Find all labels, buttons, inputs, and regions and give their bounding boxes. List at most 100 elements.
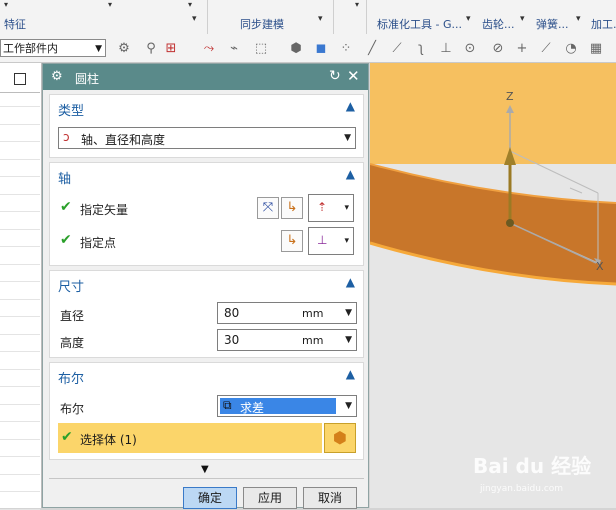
line-endpoint-icon[interactable]: ⟋: [389, 41, 405, 57]
ribbon-top-arrow[interactable]: ▾: [355, 0, 359, 9]
chevron-down-icon[interactable]: ▼: [345, 401, 352, 411]
chevron-down-icon[interactable]: ▼: [345, 335, 352, 345]
circle-center-icon[interactable]: ⊙: [462, 41, 478, 57]
tangent-icon[interactable]: ⟋: [538, 41, 554, 57]
boolean-label: 布尔: [60, 402, 85, 416]
boolean-select-value: 求差: [240, 401, 265, 415]
boolean-section: 布尔 ▲ 布尔 ⧉ 求差 ▼ ✔ 选择体 (1) ⬢: [49, 362, 364, 460]
vector-dialog-button[interactable]: ↳: [281, 197, 303, 219]
ribbon-top-arrow[interactable]: ▾: [188, 0, 192, 9]
reverse-direction-button[interactable]: ⤧: [257, 197, 279, 219]
checkmark-icon: ✔: [60, 199, 72, 215]
chevron-down-icon[interactable]: ▾: [344, 203, 349, 213]
type-section-title: 类型: [58, 104, 85, 119]
boolean-select[interactable]: ⧉ 求差 ▼: [217, 395, 357, 417]
ribbon-group-spring-dropdown[interactable]: ▾: [576, 14, 581, 24]
height-unit: mm: [302, 334, 324, 347]
ribbon-group-machining[interactable]: 加工...: [591, 16, 616, 32]
navigator-row-divider: [0, 141, 40, 142]
chevron-down-icon[interactable]: ▾: [344, 236, 349, 246]
chevron-down-icon[interactable]: ▼: [345, 308, 352, 318]
dialog-title: 圆柱: [75, 72, 100, 86]
collapse-icon[interactable]: ▲: [346, 275, 355, 289]
diameter-input[interactable]: 80 mm ▼: [217, 302, 357, 324]
grid-icon[interactable]: ▦: [588, 41, 604, 57]
height-input[interactable]: 30 mm ▼: [217, 329, 357, 351]
chevron-down-icon[interactable]: ▼: [95, 40, 102, 58]
graphics-viewport[interactable]: Z X Bai du 经验 jingyan.baidu.com: [370, 63, 616, 508]
chevron-down-icon[interactable]: ▼: [344, 133, 351, 143]
ribbon-group-gear[interactable]: 齿轮...: [482, 16, 515, 32]
selection-scope-select[interactable]: 工作部件内 ▼: [0, 39, 106, 57]
snap-settings-icon[interactable]: ⚙: [116, 41, 132, 57]
point-dialog-button[interactable]: ↳: [281, 230, 303, 252]
diameter-label: 直径: [60, 309, 85, 323]
axis-section-header[interactable]: 轴 ▲: [50, 163, 363, 187]
cancel-button[interactable]: 取消: [303, 487, 357, 509]
ribbon-group-standard-tools[interactable]: 标准化工具 - G...: [377, 16, 462, 32]
curve-rule-icon[interactable]: ⤳: [201, 41, 217, 57]
type-select[interactable]: ↄ 轴、直径和高度 ▼: [58, 127, 356, 149]
select-body-button[interactable]: ⬢: [324, 423, 356, 453]
select-body-row[interactable]: ✔ 选择体 (1): [58, 423, 322, 453]
selection-scope-value: 工作部件内: [3, 42, 58, 55]
boolean-section-header[interactable]: 布尔 ▲: [50, 363, 363, 387]
select-body-label: 选择体 (1): [80, 433, 137, 447]
midpoint-icon[interactable]: ⊘: [490, 41, 506, 57]
ribbon-group-features[interactable]: 特征: [4, 16, 26, 32]
navigator-row-divider: [0, 211, 40, 212]
face-icon[interactable]: ◔: [563, 41, 579, 57]
axis-section: 轴 ▲ ✔ 指定矢量 ⤧ ↳ ⇡ ▾ ✔ 指定点 ↳ ⊥ ▾: [49, 162, 364, 266]
body-select-icon[interactable]: ⬢: [288, 41, 304, 57]
collapse-icon[interactable]: ▲: [346, 367, 355, 381]
type-section-header[interactable]: 类型 ▲: [50, 95, 363, 119]
navigator-row-divider: [0, 281, 40, 282]
filter-icon[interactable]: ⚲: [143, 41, 159, 57]
apply-button[interactable]: 应用: [243, 487, 297, 509]
reset-icon[interactable]: ↻: [329, 68, 341, 84]
point-type-select[interactable]: ⊥ ▾: [308, 227, 354, 255]
ribbon-top-arrow[interactable]: ▾: [108, 0, 112, 9]
navigator-row-divider: [0, 403, 40, 405]
navigator-row-divider: [0, 106, 40, 107]
line-icon[interactable]: ╱: [364, 41, 380, 57]
dimensions-section: 尺寸 ▲ 直径 80 mm ▼ 高度 30 mm ▼: [49, 270, 364, 358]
watermark-url: jingyan.baidu.com: [479, 484, 563, 494]
cylinder-dialog: ⚙ 圆柱 ↻ ✕ 类型 ▲ ↄ 轴、直径和高度 ▼ 轴 ▲ ✔ 指定矢量 ⤧ ↳…: [42, 63, 369, 509]
origin-point: [506, 219, 514, 227]
ribbon-group-sync-modeling[interactable]: 同步建模: [240, 16, 284, 32]
vector-type-select[interactable]: ⇡ ▾: [308, 194, 354, 222]
navigator-row-divider: [0, 246, 40, 247]
dialog-titlebar[interactable]: ⚙ 圆柱 ↻ ✕: [43, 64, 368, 90]
z-axis-label: Z: [506, 90, 514, 103]
gear-icon[interactable]: ⚙: [51, 69, 63, 84]
ribbon-group-gear-dropdown[interactable]: ▾: [520, 14, 525, 24]
navigator-row-divider: [0, 473, 40, 475]
navigator-row-divider: [0, 438, 40, 440]
close-icon[interactable]: ✕: [347, 67, 360, 85]
expand-more-icon[interactable]: ▼: [201, 464, 209, 475]
collapse-icon[interactable]: ▲: [346, 167, 355, 181]
point-snap-icon[interactable]: ⊞: [163, 41, 179, 57]
navigator-row-divider: [0, 298, 40, 300]
ribbon-group-standard-dropdown[interactable]: ▾: [466, 14, 471, 24]
ok-button[interactable]: 确定: [183, 487, 237, 509]
collapse-icon[interactable]: ▲: [346, 99, 355, 113]
crosshair-icon[interactable]: +: [514, 41, 530, 57]
ribbon-group-sync-dropdown[interactable]: ▾: [318, 14, 323, 24]
perpendicular-icon[interactable]: ⊥: [438, 41, 454, 57]
scatter-points-icon[interactable]: ⁘: [338, 41, 354, 57]
ribbon-group-spring[interactable]: 弹簧...: [536, 16, 569, 32]
navigator-row-divider: [0, 123, 40, 125]
spline-icon[interactable]: ʅ: [413, 41, 429, 57]
ribbon-separator: [207, 0, 208, 34]
ribbon: ▾ ▾ ▾ ▾ 特征 ▾ 同步建模 ▾ 标准化工具 - G... ▾ 齿轮...…: [0, 0, 616, 37]
maximize-icon[interactable]: [14, 73, 26, 85]
solid-cube-icon[interactable]: ◼: [313, 41, 329, 57]
dimensions-section-header[interactable]: 尺寸 ▲: [50, 271, 363, 295]
ribbon-top-arrow[interactable]: ▾: [4, 0, 8, 9]
face-rule-icon[interactable]: ⌁: [226, 41, 242, 57]
ribbon-group-features-dropdown[interactable]: ▾: [192, 14, 197, 24]
auto-vector-icon: ⇡: [317, 200, 328, 214]
rectangle-select-icon[interactable]: ⬚: [253, 41, 269, 57]
